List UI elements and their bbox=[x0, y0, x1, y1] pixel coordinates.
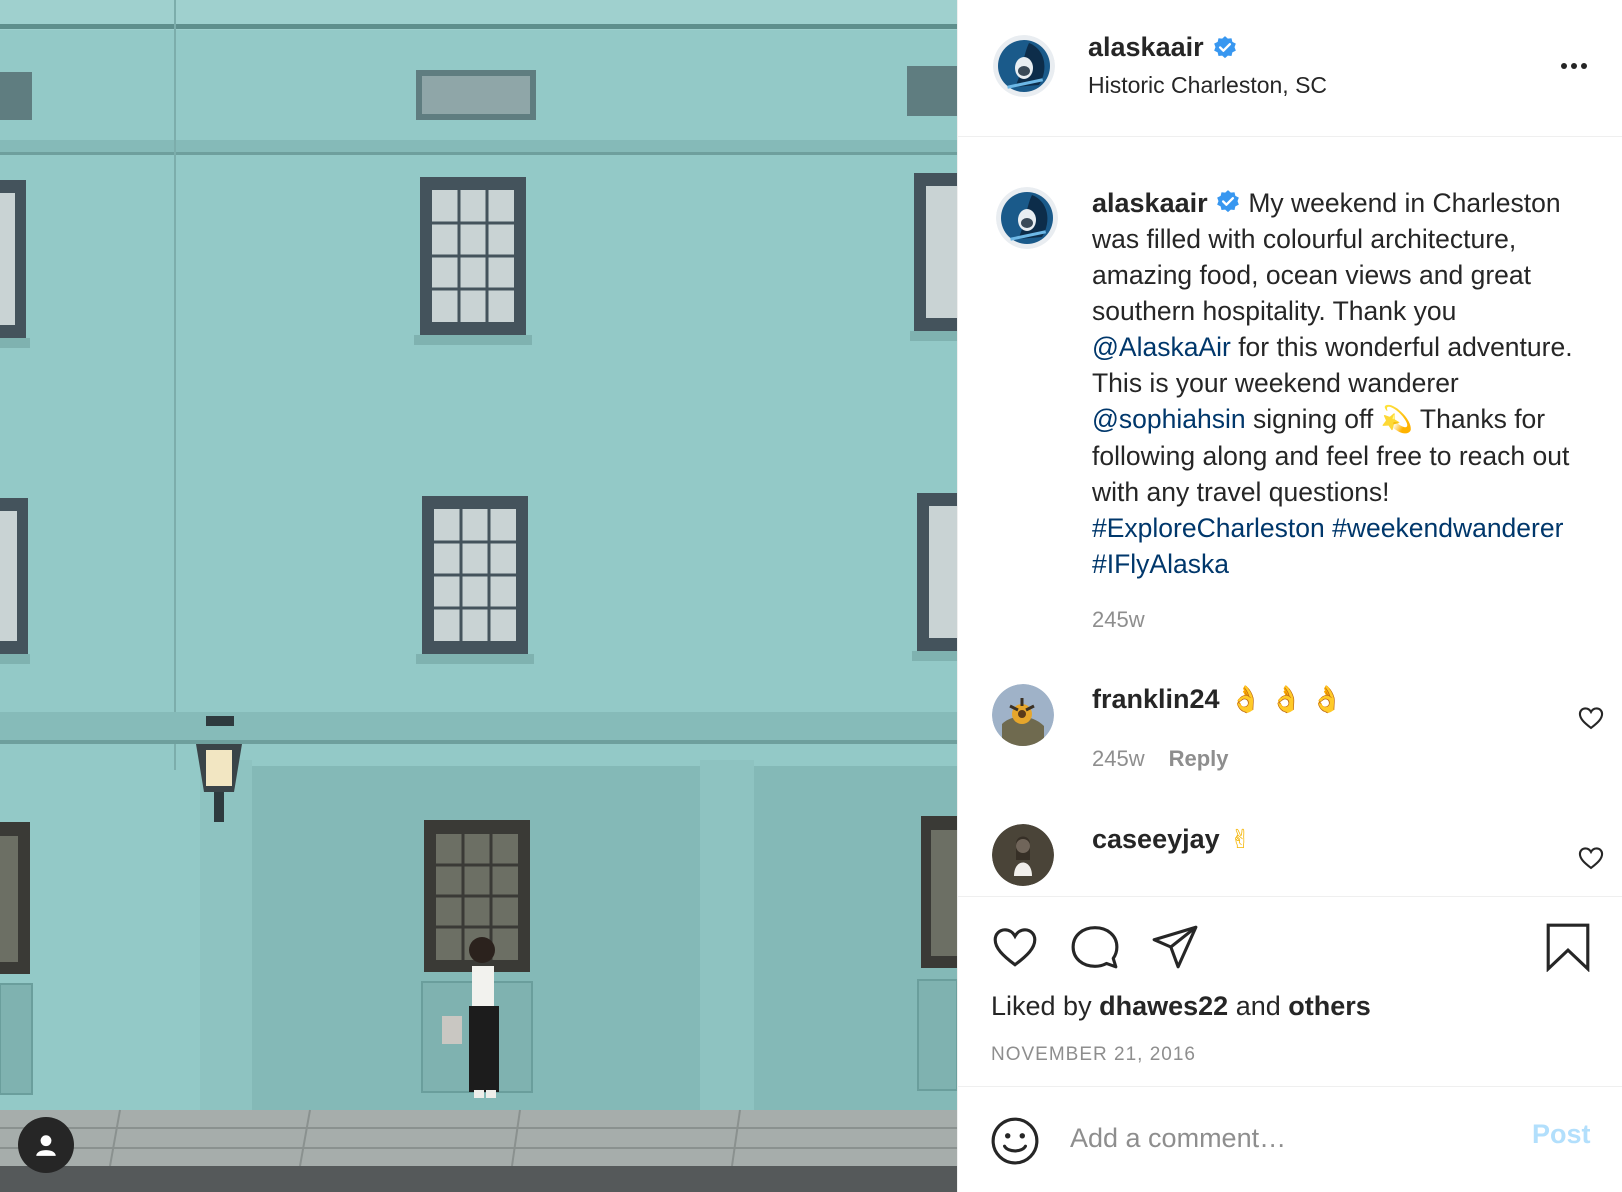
liked-by-others[interactable]: others bbox=[1288, 991, 1371, 1021]
liked-by-prefix: Liked by bbox=[991, 991, 1092, 1021]
post-date[interactable]: NOVEMBER 21, 2016 bbox=[991, 1044, 1196, 1066]
liked-by-summary: Liked by dhawes22 and others bbox=[991, 991, 1371, 1022]
comment-item: franklin24 👌 👌 👌 245w Reply bbox=[958, 684, 1622, 784]
victory-hand-emoji: ✌ bbox=[1229, 824, 1252, 855]
mention-sophiahsin[interactable]: @sophiahsin bbox=[1092, 404, 1246, 434]
header-username[interactable]: alaskaair bbox=[1088, 32, 1204, 63]
hashtag-iflyalaska[interactable]: #IFlyAlaska bbox=[1092, 549, 1229, 579]
add-comment-bar: Post bbox=[958, 1086, 1622, 1192]
heart-icon[interactable] bbox=[990, 922, 1040, 972]
caption-author-avatar[interactable] bbox=[996, 187, 1058, 249]
post-side-panel: alaskaair Historic Charleston, SC alaska… bbox=[957, 0, 1622, 1192]
post-header: alaskaair Historic Charleston, SC bbox=[958, 0, 1622, 137]
comment-line: franklin24 👌 👌 👌 bbox=[1092, 684, 1343, 715]
author-avatar[interactable] bbox=[993, 35, 1055, 97]
caption-body-3: signing off bbox=[1245, 404, 1381, 434]
hashtag-weekendwanderer[interactable]: #weekendwanderer bbox=[1332, 513, 1563, 543]
reply-button[interactable]: Reply bbox=[1169, 746, 1229, 772]
alaska-logo-icon bbox=[996, 187, 1058, 249]
heart-icon[interactable] bbox=[1577, 844, 1605, 872]
smiley-icon[interactable] bbox=[990, 1116, 1040, 1166]
comment-meta: 245w Reply bbox=[1092, 746, 1229, 772]
post-actions: Liked by dhawes22 and others NOVEMBER 21… bbox=[958, 896, 1622, 1086]
dizzy-emoji: 💫 bbox=[1380, 405, 1414, 435]
comment-username[interactable]: caseeyjay bbox=[1092, 824, 1220, 855]
speech-bubble-icon[interactable] bbox=[1070, 922, 1120, 972]
paper-plane-icon[interactable] bbox=[1150, 922, 1200, 972]
more-options-icon[interactable] bbox=[1554, 50, 1594, 82]
post-location[interactable]: Historic Charleston, SC bbox=[1088, 72, 1327, 99]
avatar-photo bbox=[992, 684, 1054, 746]
commenter-avatar[interactable] bbox=[992, 824, 1054, 886]
person-icon bbox=[36, 1135, 56, 1156]
comment-username[interactable]: franklin24 bbox=[1092, 684, 1220, 715]
caption-username[interactable]: alaskaair bbox=[1092, 188, 1208, 218]
liked-by-user[interactable]: dhawes22 bbox=[1099, 991, 1228, 1021]
comment-input[interactable] bbox=[1070, 1113, 1500, 1163]
heart-icon[interactable] bbox=[1577, 704, 1605, 732]
commenter-avatar[interactable] bbox=[992, 684, 1054, 746]
caption-text: alaskaair My weekend in Charleston was f… bbox=[1092, 185, 1602, 582]
photo-blue-building bbox=[0, 0, 957, 1192]
post-photo[interactable] bbox=[0, 0, 957, 1192]
alaska-logo-icon bbox=[993, 35, 1055, 97]
liked-by-and: and bbox=[1235, 991, 1281, 1021]
avatar-photo bbox=[992, 824, 1054, 886]
hashtag-explorecharleston[interactable]: #ExploreCharleston bbox=[1092, 513, 1325, 543]
mention-alaskaair[interactable]: @AlaskaAir bbox=[1092, 332, 1231, 362]
verified-badge-icon bbox=[1217, 190, 1239, 213]
bookmark-icon[interactable] bbox=[1543, 922, 1593, 972]
caption-timestamp[interactable]: 245w bbox=[1092, 607, 1145, 633]
tagged-user-button[interactable] bbox=[18, 1117, 74, 1173]
header-username-row: alaskaair bbox=[1088, 32, 1238, 63]
ok-hand-emojis: 👌 👌 👌 bbox=[1229, 684, 1344, 715]
post-comment-button[interactable]: Post bbox=[1532, 1119, 1591, 1150]
verified-badge-icon bbox=[1213, 35, 1236, 58]
comment-line: caseeyjay ✌ bbox=[1092, 824, 1251, 855]
comment-timestamp[interactable]: 245w bbox=[1092, 746, 1145, 772]
